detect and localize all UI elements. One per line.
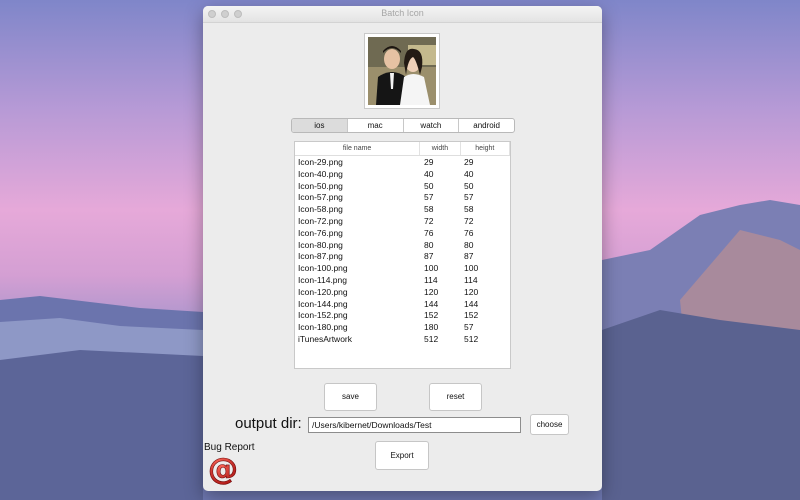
cell-file-name: Icon-87.png: [298, 251, 343, 262]
platform-segmented-control: ios mac watch android: [291, 118, 515, 133]
table-body: Icon-29.png 29 29 Icon-40.png 40 40 Icon-50.…: [295, 156, 510, 346]
source-image-well[interactable]: [364, 33, 440, 109]
table-row[interactable]: Icon-87.png 87 87: [295, 251, 510, 263]
tab-android[interactable]: android: [458, 119, 514, 132]
cell-width: 180: [424, 322, 439, 333]
cell-height: 144: [464, 298, 479, 309]
tab-watch[interactable]: watch: [402, 119, 459, 132]
cell-width: 100: [424, 263, 439, 274]
cell-width: 58: [424, 204, 434, 215]
cell-width: 72: [424, 215, 434, 226]
table-row[interactable]: Icon-144.png 144 144: [295, 299, 510, 311]
cell-width: 80: [424, 239, 434, 250]
cell-height: 29: [464, 157, 474, 167]
cell-height: 58: [464, 204, 474, 215]
cell-width: 57: [424, 192, 434, 203]
cell-width: 144: [424, 298, 439, 309]
table-row[interactable]: Icon-29.png 29 29: [295, 157, 510, 169]
export-button[interactable]: Export: [375, 441, 429, 470]
output-dir-label: output dir:: [235, 415, 302, 432]
cell-file-name: Icon-144.png: [298, 298, 348, 309]
bug-report-label: Bug Report: [204, 442, 255, 453]
cell-height: 114: [464, 274, 478, 285]
cell-height: 72: [464, 215, 474, 226]
cell-file-name: Icon-40.png: [298, 168, 343, 179]
cell-file-name: iTunesArtwork: [298, 333, 353, 344]
svg-text:@: @: [208, 454, 238, 486]
tab-mac[interactable]: mac: [346, 119, 403, 132]
cell-width: 114: [424, 274, 438, 285]
cell-file-name: Icon-114.png: [298, 274, 347, 285]
cell-height: 80: [464, 239, 474, 250]
cell-file-name: Icon-58.png: [298, 204, 343, 215]
window-title: Batch Icon: [381, 8, 424, 18]
cell-width: 120: [424, 286, 439, 297]
cell-width: 40: [424, 168, 434, 179]
table-row[interactable]: Icon-152.png 152 152: [295, 310, 510, 322]
batch-icon-window: Batch Icon ios mac watch android file na…: [203, 6, 602, 491]
cell-file-name: Icon-72.png: [298, 215, 343, 226]
table-header: file name width height: [295, 142, 510, 156]
cell-height: 57: [464, 192, 474, 203]
cell-width: 512: [424, 333, 439, 344]
cell-height: 40: [464, 168, 474, 179]
at-sign-icon[interactable]: @: [208, 454, 238, 486]
cell-file-name: Icon-180.png: [298, 322, 348, 333]
cell-file-name: Icon-152.png: [298, 310, 348, 321]
cell-file-name: Icon-100.png: [298, 263, 348, 274]
couple-photo-image: [368, 37, 436, 105]
cell-width: 29: [424, 157, 434, 167]
table-row[interactable]: Icon-180.png 180 57: [295, 322, 510, 334]
cell-width: 76: [424, 227, 434, 238]
column-header-file-name[interactable]: file name: [295, 142, 421, 155]
table-row[interactable]: Icon-50.png 50 50: [295, 181, 510, 193]
table-row[interactable]: Icon-76.png 76 76: [295, 228, 510, 240]
cell-file-name: Icon-57.png: [298, 192, 343, 203]
column-header-height[interactable]: height: [461, 142, 510, 155]
cell-width: 50: [424, 180, 434, 191]
column-header-width[interactable]: width: [420, 142, 461, 155]
table-row[interactable]: Icon-57.png 57 57: [295, 192, 510, 204]
title-bar: Batch Icon: [203, 6, 602, 23]
icon-size-table[interactable]: file name width height Icon-29.png 29 29 I…: [294, 141, 511, 369]
cell-width: 152: [424, 310, 439, 321]
cell-height: 512: [464, 333, 479, 344]
cell-height: 76: [464, 227, 474, 238]
cell-file-name: Icon-29.png: [298, 157, 343, 167]
cell-width: 87: [424, 251, 434, 262]
cell-height: 120: [464, 286, 479, 297]
table-row[interactable]: Icon-100.png 100 100: [295, 263, 510, 275]
cell-file-name: Icon-80.png: [298, 239, 343, 250]
cell-height: 50: [464, 180, 474, 191]
cell-file-name: Icon-76.png: [298, 227, 343, 238]
cell-height: 100: [464, 263, 479, 274]
cell-file-name: Icon-120.png: [298, 286, 348, 297]
cell-height: 152: [464, 310, 479, 321]
table-row[interactable]: Icon-114.png 114 114: [295, 275, 510, 287]
tab-ios[interactable]: ios: [292, 119, 347, 132]
cell-height: 87: [464, 251, 474, 262]
save-button[interactable]: save: [324, 383, 377, 411]
reset-button[interactable]: reset: [429, 383, 482, 411]
table-row[interactable]: Icon-120.png 120 120: [295, 287, 510, 299]
output-dir-input[interactable]: [308, 417, 521, 433]
table-row[interactable]: Icon-58.png 58 58: [295, 204, 510, 216]
table-row[interactable]: Icon-80.png 80 80: [295, 240, 510, 252]
cell-file-name: Icon-50.png: [298, 180, 343, 191]
table-row[interactable]: iTunesArtwork 512 512: [295, 334, 510, 346]
table-row[interactable]: Icon-72.png 72 72: [295, 216, 510, 228]
table-row[interactable]: Icon-40.png 40 40: [295, 169, 510, 181]
choose-button[interactable]: choose: [530, 414, 569, 435]
cell-height: 57: [464, 322, 474, 333]
